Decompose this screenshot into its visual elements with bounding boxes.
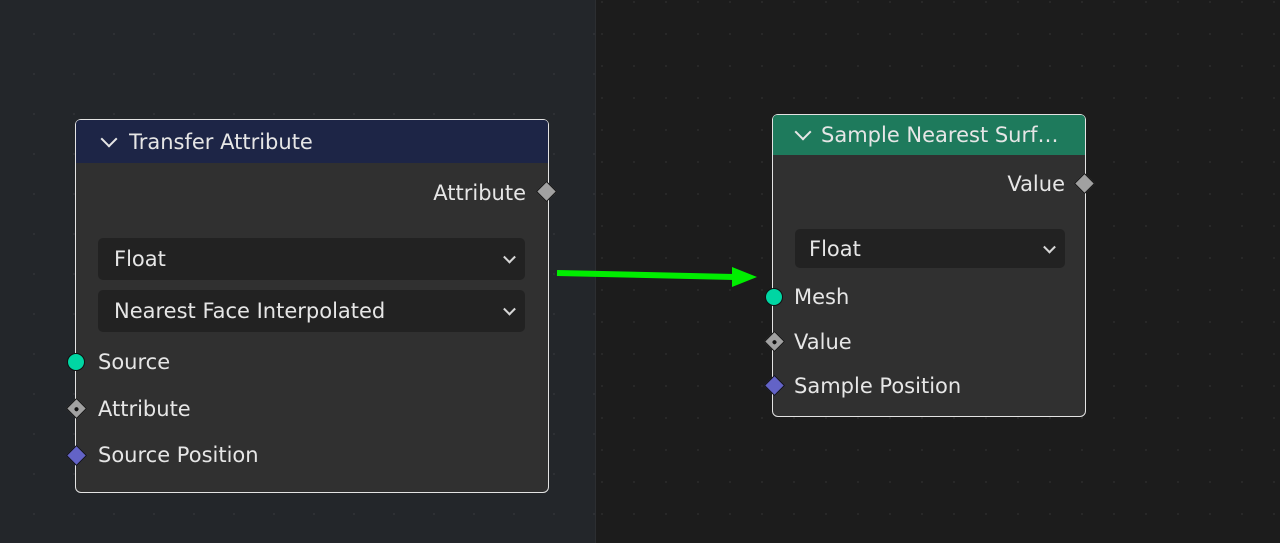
arrow-head-icon xyxy=(732,267,757,287)
arrow-shaft xyxy=(556,270,735,280)
green-arrow-annotation xyxy=(556,267,757,287)
